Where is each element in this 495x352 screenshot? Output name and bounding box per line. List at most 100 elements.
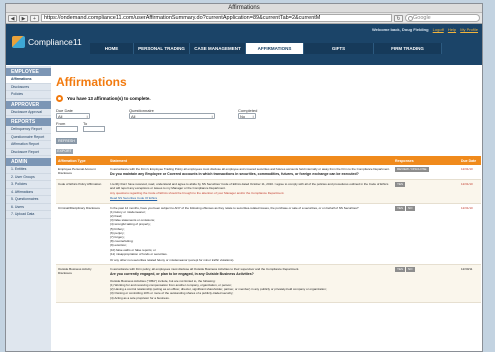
from-date-input[interactable] bbox=[56, 126, 78, 132]
browser-window: Affirmations ◀ ▶ + https://ondemand.comp… bbox=[5, 3, 483, 352]
due-date-select[interactable]: All bbox=[56, 113, 90, 119]
yes-button[interactable]: YES bbox=[395, 267, 406, 273]
sidebar-header-approver: APPROVER bbox=[6, 100, 51, 109]
welcome-text: Welcome back, Doug Fielding bbox=[371, 27, 429, 32]
statement-note: Any questions regarding the Code of Ethi… bbox=[110, 191, 285, 196]
refresh-button[interactable]: REFRESH bbox=[56, 138, 77, 144]
statement-footer: Or any other non-securities related felo… bbox=[110, 257, 235, 262]
sidebar-item-upload-data[interactable]: 7. Upload Data bbox=[6, 211, 51, 219]
sidebar-item-admin-policies[interactable]: 3. Policies bbox=[6, 181, 51, 189]
alert-icon bbox=[56, 95, 63, 102]
list-item: (11) misappropriation of funds or securi… bbox=[110, 251, 168, 256]
menu-case-management[interactable]: CASE MANAGEMENT bbox=[190, 43, 246, 54]
menu-affirmations[interactable]: AFFIRMATIONS bbox=[246, 43, 304, 54]
table-row: Employee Personal Account Disclosure In … bbox=[56, 165, 481, 180]
logo-icon bbox=[12, 36, 25, 48]
export-button[interactable]: EXPORT bbox=[56, 149, 73, 154]
code-of-ethics-link[interactable]: Read NS Securities Code Of Ethics bbox=[110, 196, 391, 200]
row-statement: In accordance with Firm policy, all empl… bbox=[108, 264, 393, 303]
row-responses: YES NO bbox=[393, 264, 459, 303]
filter-panel: Due Date All From To Questionnaire All C… bbox=[56, 108, 482, 144]
table-row: Code of Ethics Policy Affirmation I cert… bbox=[56, 179, 481, 204]
row-type: Outside Business Activity Disclosure bbox=[56, 264, 108, 303]
sidebar-header-admin: ADMIN bbox=[6, 158, 51, 166]
sidebar-header-employee: EMPLOYEE bbox=[6, 68, 51, 76]
sidebar-item-entities[interactable]: 1. Entities bbox=[6, 166, 51, 174]
main-menu: HOME PERSONAL TRADING CASE MANAGEMENT AF… bbox=[90, 43, 442, 54]
sidebar: EMPLOYEE Affirmations Disclosures Polici… bbox=[6, 66, 51, 351]
window-title: Affirmations bbox=[6, 4, 482, 13]
profile-link[interactable]: My Profile bbox=[460, 27, 478, 32]
col-header-statement[interactable]: Statement bbox=[108, 156, 393, 165]
yes-button[interactable]: YES bbox=[395, 181, 406, 187]
menu-gifts[interactable]: GIFTS bbox=[304, 43, 374, 54]
list-item: (4) Acting as a sole proprietor for a bu… bbox=[110, 295, 170, 300]
add-tab-button[interactable]: + bbox=[30, 14, 39, 22]
reload-button[interactable]: ↻ bbox=[394, 14, 403, 22]
sidebar-header-reports: REPORTS bbox=[6, 118, 51, 126]
site-header: Compliance11 Welcome back, Doug Fielding… bbox=[6, 24, 482, 65]
menu-personal-trading[interactable]: PERSONAL TRADING bbox=[134, 43, 190, 54]
sidebar-item-affirmation-report[interactable]: Affirmation Report bbox=[6, 141, 51, 149]
row-due-date: 12/31/10 bbox=[459, 165, 481, 180]
row-responses: YES NO bbox=[393, 203, 459, 266]
row-due-date: 12/30/11 bbox=[459, 264, 481, 303]
row-statement: In the past 12 months, have you been sub… bbox=[108, 203, 393, 266]
sidebar-item-admin-affirmations[interactable]: 4. Affirmations bbox=[6, 189, 51, 196]
statement-text: I certify that I have received, read, un… bbox=[110, 181, 389, 190]
statement-question: Do you maintain any Employee or Covered … bbox=[110, 172, 359, 177]
forward-button[interactable]: ▶ bbox=[19, 14, 28, 22]
row-responses: REVIEW / DISCLOSE bbox=[393, 165, 459, 180]
sidebar-item-questionnaires[interactable]: 5. Questionnaires bbox=[6, 196, 51, 204]
back-button[interactable]: ◀ bbox=[8, 14, 17, 22]
url-field[interactable]: https://ondemand.compliance11.com/userAf… bbox=[41, 14, 392, 22]
table-header-row: Affirmation Type Statement Responses Due… bbox=[56, 156, 481, 165]
questionnaire-select[interactable]: All bbox=[129, 113, 215, 119]
statement-text: In accordance with the Firm's Employee T… bbox=[110, 167, 390, 171]
sidebar-item-user-groups[interactable]: 2. User Groups bbox=[6, 174, 51, 181]
statement-text: In accordance with Firm policy, all empl… bbox=[110, 267, 300, 272]
col-header-type[interactable]: Affirmation Type bbox=[56, 156, 108, 165]
row-due-date: 12/31/10 bbox=[459, 203, 481, 266]
row-type: Employee Personal Account Disclosure bbox=[56, 165, 108, 180]
affirmations-table: Affirmation Type Statement Responses Due… bbox=[56, 156, 481, 303]
sidebar-item-disclosures[interactable]: Disclosures bbox=[6, 84, 51, 91]
statement-text: In the past 12 months, have you been sub… bbox=[110, 205, 359, 210]
row-responses: YES bbox=[393, 179, 459, 204]
yes-button[interactable]: YES bbox=[395, 205, 406, 211]
row-type: Criminal/Disciplinary Disclosure bbox=[56, 203, 108, 266]
sidebar-item-disclosure-approval[interactable]: Disclosure Approval bbox=[6, 109, 51, 116]
search-input[interactable]: Google bbox=[405, 14, 480, 22]
sidebar-item-questionnaire-report[interactable]: Questionnaire Report bbox=[6, 134, 51, 141]
menu-firm-trading[interactable]: FIRM TRADING bbox=[374, 43, 442, 54]
row-statement: I certify that I have received, read, un… bbox=[108, 179, 393, 204]
review-disclose-button[interactable]: REVIEW / DISCLOSE bbox=[395, 167, 429, 172]
sidebar-item-disclosure-report[interactable]: Disclosure Report bbox=[6, 149, 51, 156]
table-row: Outside Business Activity Disclosure In … bbox=[56, 264, 481, 303]
row-due-date: 12/31/10 bbox=[459, 179, 481, 204]
help-link[interactable]: Help bbox=[448, 27, 456, 32]
col-header-due[interactable]: Due Date bbox=[459, 156, 481, 165]
to-date-input[interactable] bbox=[83, 126, 105, 132]
notice: You have 13 affirmation(s) to complete. bbox=[56, 95, 482, 102]
row-type: Code of Ethics Policy Affirmation bbox=[56, 179, 108, 204]
user-links: Welcome back, Doug Fielding Logoff Help … bbox=[372, 27, 478, 32]
sidebar-item-delinquency-report[interactable]: Delinquency Report bbox=[6, 126, 51, 134]
col-header-responses[interactable]: Responses bbox=[393, 156, 459, 165]
page-title: Affirmations bbox=[56, 75, 127, 89]
logoff-link[interactable]: Logoff bbox=[433, 27, 444, 32]
table-row: Criminal/Disciplinary Disclosure In the … bbox=[56, 203, 481, 266]
main-content: Affirmations You have 13 affirmation(s) … bbox=[56, 66, 482, 351]
no-button[interactable]: NO bbox=[406, 205, 415, 211]
menu-home[interactable]: HOME bbox=[90, 43, 134, 54]
row-statement: In accordance with the Firm's Employee T… bbox=[108, 165, 393, 180]
address-bar-row: ◀ ▶ + https://ondemand.compliance11.com/… bbox=[6, 13, 482, 24]
sidebar-item-users[interactable]: 6. Users bbox=[6, 204, 51, 211]
completed-select[interactable]: No bbox=[238, 113, 256, 119]
statement-question: Are you currently engaged, or plan to be… bbox=[110, 272, 254, 277]
no-button[interactable]: NO bbox=[406, 267, 415, 273]
brand-logo[interactable]: Compliance11 bbox=[12, 36, 82, 48]
sidebar-item-affirmations[interactable]: Affirmations bbox=[6, 76, 51, 84]
notice-text: You have 13 affirmation(s) to complete. bbox=[67, 96, 151, 101]
sidebar-item-policies[interactable]: Policies bbox=[6, 91, 51, 99]
